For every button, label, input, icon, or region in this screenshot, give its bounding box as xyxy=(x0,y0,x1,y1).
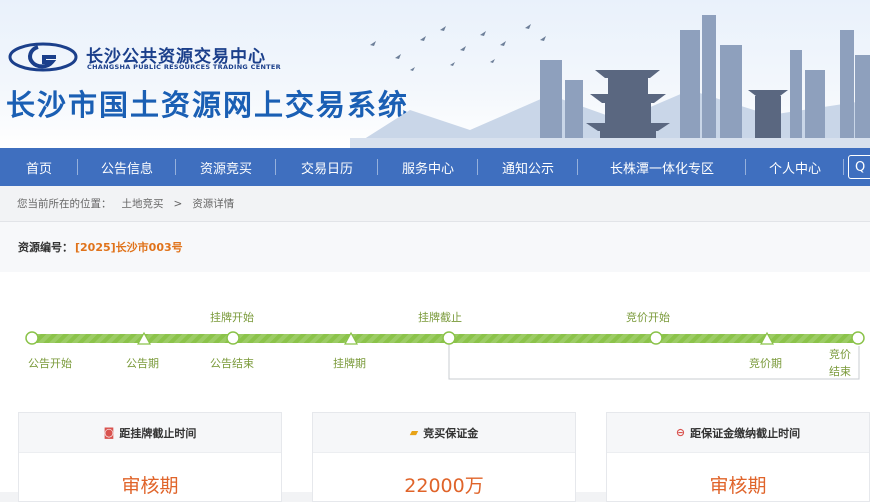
timeline-label-bidding-end-1: 竞价 xyxy=(829,348,851,361)
nav-notices[interactable]: 通知公示 xyxy=(478,148,578,186)
site-header: 长沙公共资源交易中心 CHANGSHA PUBLIC RESOURCES TRA… xyxy=(0,0,870,148)
nav-trade-calendar[interactable]: 交易日历 xyxy=(276,148,378,186)
timeline-track xyxy=(25,331,865,380)
card-bid-deposit: ▰ 竞买保证金 22000万 xyxy=(312,412,576,502)
breadcrumb-link-land-bidding[interactable]: 土地竞买 xyxy=(122,196,164,211)
timeline-label-bidding-period: 竞价期 xyxy=(749,357,782,370)
nav-personal-center[interactable]: 个人中心 xyxy=(746,148,844,186)
card-title: 距挂牌截止时间 xyxy=(119,426,197,440)
search-button[interactable]: Q xyxy=(848,155,870,179)
timer-icon: ⊖ xyxy=(675,426,686,439)
card-value: 22000万 xyxy=(404,475,484,497)
bidding-bracket xyxy=(448,344,860,380)
timeline-label-bidding-end-2: 结束 xyxy=(829,365,851,378)
money-icon: ▰ xyxy=(409,426,419,439)
card-header: ▰ 竞买保证金 xyxy=(313,413,575,453)
nav-service-center[interactable]: 服务中心 xyxy=(378,148,478,186)
nav-resource-bidding[interactable]: 资源竞买 xyxy=(176,148,276,186)
timeline-label-announce-start: 公告开始 xyxy=(28,357,72,370)
card-listing-deadline: ◙ 距挂牌截止时间 审核期 xyxy=(18,412,282,502)
card-header: ⊖ 距保证金缴纳截止时间 xyxy=(607,413,869,453)
clock-icon: ◙ xyxy=(103,426,115,439)
card-value: 审核期 xyxy=(709,475,767,497)
resource-id-bar: 资源编号： [2025]长沙市003号 xyxy=(0,222,870,272)
timeline-node-bidding-start xyxy=(649,331,663,345)
card-deposit-deadline: ⊖ 距保证金缴纳截止时间 审核期 xyxy=(606,412,870,502)
timeline-label-announce-period: 公告期 xyxy=(126,357,159,370)
main-nav: 首页 公告信息 资源竞买 交易日历 服务中心 通知公示 长株潭一体化专区 个人中… xyxy=(0,148,870,186)
timeline-node-listing-start xyxy=(226,331,240,345)
timeline-node-announce-start xyxy=(25,331,39,345)
card-title: 竞买保证金 xyxy=(423,426,479,440)
nav-home[interactable]: 首页 xyxy=(0,148,78,186)
timeline-label-listing-period: 挂牌期 xyxy=(333,357,366,370)
progress-timeline: 挂牌开始 挂牌截止 竞价开始 公告开始 公告期 公告结束 挂牌期 竞价期 竞价 … xyxy=(0,272,870,392)
nav-cztz-zone[interactable]: 长株潭一体化专区 xyxy=(578,148,746,186)
resource-id-label: 资源编号： xyxy=(18,241,73,254)
timeline-node-bidding-end xyxy=(851,331,865,345)
search-icon: Q xyxy=(855,159,866,175)
breadcrumb-prefix: 您当前所在的位置： xyxy=(17,198,112,210)
resource-id-value: [2025]长沙市003号 xyxy=(75,241,183,254)
city-skyline-illustration xyxy=(350,15,870,148)
system-title: 长沙市国土资源网上交易系统 xyxy=(6,88,410,122)
card-header: ◙ 距挂牌截止时间 xyxy=(19,413,281,453)
breadcrumb-separator: > xyxy=(173,197,183,210)
timeline-label-listing-end: 挂牌截止 xyxy=(418,311,462,324)
timeline-node-listing-end xyxy=(442,331,456,345)
timeline-label-listing-start: 挂牌开始 xyxy=(210,311,254,324)
breadcrumb-current: 资源详情 xyxy=(192,198,235,210)
card-value: 审核期 xyxy=(121,475,179,497)
breadcrumb: 您当前所在的位置： 土地竞买 > 资源详情 xyxy=(0,186,870,222)
timeline-label-bidding-start: 竞价开始 xyxy=(626,311,670,324)
main-content: 挂牌开始 挂牌截止 竞价开始 公告开始 公告期 公告结束 挂牌期 竞价期 竞价 … xyxy=(0,272,870,502)
org-name-en: CHANGSHA PUBLIC RESOURCES TRADING CENTER xyxy=(87,63,281,71)
timeline-label-announce-end: 公告结束 xyxy=(210,357,254,370)
nav-announcements[interactable]: 公告信息 xyxy=(78,148,176,186)
card-title: 距保证金缴纳截止时间 xyxy=(690,426,801,440)
info-cards: ◙ 距挂牌截止时间 审核期 ▰ 竞买保证金 22000万 ⊖ 距保证金缴纳截止时… xyxy=(0,412,870,502)
logo-icon xyxy=(8,42,78,72)
